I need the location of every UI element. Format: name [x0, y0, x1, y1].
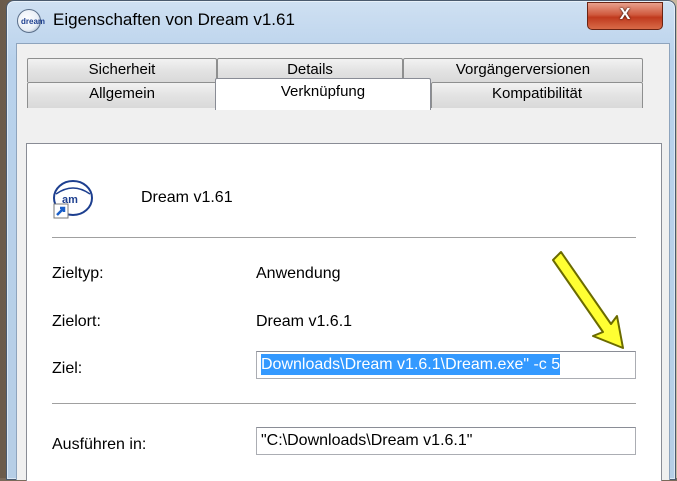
ziel-label: Ziel: — [52, 360, 83, 377]
window-title: Eigenschaften von Dream v1.61 — [53, 10, 295, 29]
tab-vorgaengerversionen[interactable]: Vorgängerversionen — [403, 58, 643, 82]
shortcut-name: Dream v1.61 — [141, 189, 233, 206]
tab-allgemein[interactable]: Allgemein — [27, 82, 217, 108]
title-bar[interactable]: dream Eigenschaften von Dream v1.61 X — [7, 1, 675, 39]
tab-verknuepfung[interactable]: Verknüpfung — [215, 78, 431, 110]
ausfuehren-label: Ausführen in: — [52, 436, 147, 453]
separator — [52, 237, 636, 239]
ausfuehren-input[interactable]: "C:\Downloads\Dream v1.6.1" — [256, 427, 636, 455]
properties-window: dream Eigenschaften von Dream v1.61 X Si… — [6, 0, 676, 481]
shortcut-file-icon: am — [53, 180, 93, 219]
zielort-label: Zielort: — [52, 313, 101, 330]
zielort-value: Dream v1.6.1 — [256, 313, 353, 330]
app-icon: dream — [17, 9, 45, 33]
annotation-arrow-icon — [552, 251, 624, 349]
separator — [52, 403, 636, 405]
zieltyp-label: Zieltyp: — [52, 265, 104, 282]
ziel-input[interactable]: Downloads\Dream v1.6.1\Dream.exe" -c 5 — [256, 351, 636, 379]
zieltyp-value: Anwendung — [256, 265, 341, 282]
tab-sicherheit[interactable]: Sicherheit — [27, 58, 217, 82]
ziel-selected-text: Downloads\Dream v1.6.1\Dream.exe" -c 5 — [261, 354, 561, 375]
tab-kompatibilitaet[interactable]: Kompatibilität — [431, 82, 643, 108]
close-button[interactable]: X — [587, 2, 663, 30]
